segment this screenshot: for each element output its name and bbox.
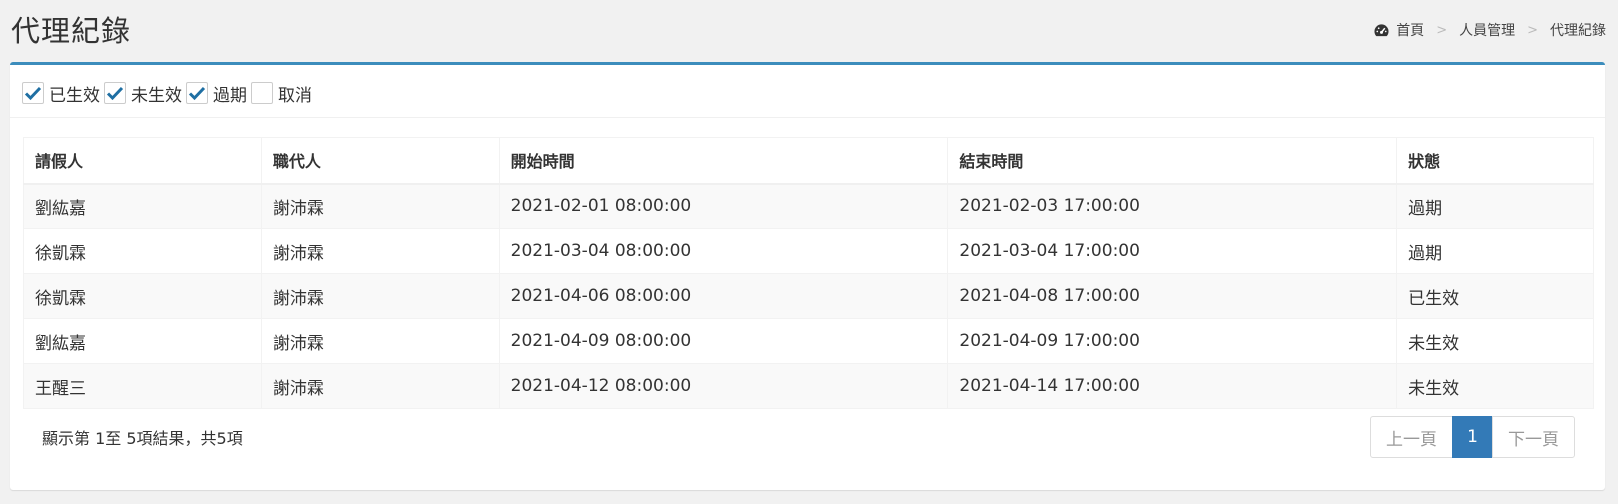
cell-requester: 王醒三 xyxy=(23,363,262,409)
cell-status: 未生效 xyxy=(1396,363,1594,409)
checkbox-pending[interactable] xyxy=(104,82,126,104)
cell-requester: 劉紘嘉 xyxy=(23,318,262,364)
pagination: 上一頁 1 下一頁 xyxy=(1370,416,1575,458)
column-header-start[interactable]: 開始時間 xyxy=(498,137,949,185)
page-1-button[interactable]: 1 xyxy=(1452,416,1493,458)
breadcrumb-home[interactable]: 首頁 xyxy=(1396,20,1424,40)
column-header-status[interactable]: 狀態 xyxy=(1396,137,1594,185)
next-page-button[interactable]: 下一頁 xyxy=(1492,416,1575,458)
column-header-requester[interactable]: 請假人 xyxy=(23,137,262,185)
status-filters: 已生效 未生效 過期 取消 xyxy=(22,79,316,107)
page-title: 代理紀錄 xyxy=(11,14,132,48)
cell-start: 2021-04-06 08:00:00 xyxy=(498,273,949,319)
cell-end: 2021-03-04 17:00:00 xyxy=(947,228,1398,274)
content-header: 代理紀錄 首頁 > 人員管理 > 代理紀錄 xyxy=(0,0,1618,62)
cell-requester: 劉紘嘉 xyxy=(23,183,262,229)
cell-start: 2021-02-01 08:00:00 xyxy=(498,183,949,229)
prev-page-button[interactable]: 上一頁 xyxy=(1370,416,1453,458)
checkmark-icon xyxy=(188,86,206,101)
filter-expired[interactable]: 過期 xyxy=(186,81,247,106)
cell-status: 未生效 xyxy=(1396,318,1594,364)
breadcrumb-separator: > xyxy=(1436,22,1448,38)
column-header-end[interactable]: 結束時間 xyxy=(947,137,1398,185)
filter-label: 已生效 xyxy=(49,85,100,106)
filter-pending[interactable]: 未生效 xyxy=(104,81,182,106)
cell-end: 2021-02-03 17:00:00 xyxy=(947,183,1398,229)
table-row: 徐凱霖 謝沛霖 2021-04-06 08:00:00 2021-04-08 1… xyxy=(23,273,1594,319)
cell-end: 2021-04-08 17:00:00 xyxy=(947,273,1398,319)
cell-start: 2021-03-04 08:00:00 xyxy=(498,228,949,274)
cell-start: 2021-04-09 08:00:00 xyxy=(498,318,949,364)
cell-start: 2021-04-12 08:00:00 xyxy=(498,363,949,409)
cell-status: 過期 xyxy=(1396,183,1594,229)
checkmark-icon xyxy=(106,86,124,101)
table-row: 劉紘嘉 謝沛霖 2021-02-01 08:00:00 2021-02-03 1… xyxy=(23,183,1594,229)
table-row: 劉紘嘉 謝沛霖 2021-04-09 08:00:00 2021-04-09 1… xyxy=(23,318,1594,364)
divider xyxy=(10,117,1605,118)
cell-proxy: 謝沛霖 xyxy=(260,363,500,409)
breadcrumb-current: 代理紀錄 xyxy=(1550,23,1606,39)
cell-proxy: 謝沛霖 xyxy=(260,228,500,274)
checkbox-cancelled[interactable] xyxy=(251,82,273,104)
cell-proxy: 謝沛霖 xyxy=(260,183,500,229)
cell-status: 過期 xyxy=(1396,228,1594,274)
filter-cancelled[interactable]: 取消 xyxy=(251,81,312,106)
cell-end: 2021-04-09 17:00:00 xyxy=(947,318,1398,364)
filter-label: 過期 xyxy=(213,85,247,106)
table-row: 徐凱霖 謝沛霖 2021-03-04 08:00:00 2021-03-04 1… xyxy=(23,228,1594,274)
records-panel: 已生效 未生效 過期 取消 請假人 職代人 開始時間 結束時間 狀態 劉紘嘉 謝… xyxy=(10,62,1605,490)
checkbox-active[interactable] xyxy=(22,82,44,104)
filter-label: 取消 xyxy=(278,85,312,106)
filter-label: 未生效 xyxy=(131,85,182,106)
table-row: 王醒三 謝沛霖 2021-04-12 08:00:00 2021-04-14 1… xyxy=(23,363,1594,409)
checkmark-icon xyxy=(24,86,42,101)
table-info: 顯示第 1至 5項結果，共5項 xyxy=(42,429,243,448)
filter-active[interactable]: 已生效 xyxy=(22,81,100,106)
cell-requester: 徐凱霖 xyxy=(23,273,262,319)
breadcrumb-section[interactable]: 人員管理 xyxy=(1459,20,1515,40)
cell-proxy: 謝沛霖 xyxy=(260,273,500,319)
table-header-row: 請假人 職代人 開始時間 結束時間 狀態 xyxy=(23,137,1594,185)
breadcrumb-separator: > xyxy=(1527,22,1538,38)
proxy-records-table: 請假人 職代人 開始時間 結束時間 狀態 劉紘嘉 謝沛霖 2021-02-01 … xyxy=(23,137,1594,409)
cell-end: 2021-04-14 17:00:00 xyxy=(947,363,1398,409)
cell-status: 已生效 xyxy=(1396,273,1594,319)
cell-proxy: 謝沛霖 xyxy=(260,318,500,364)
dashboard-icon xyxy=(1374,23,1389,36)
column-header-proxy[interactable]: 職代人 xyxy=(260,137,500,185)
cell-requester: 徐凱霖 xyxy=(23,228,262,274)
breadcrumb: 首頁 > 人員管理 > 代理紀錄 xyxy=(1373,20,1606,40)
checkbox-expired[interactable] xyxy=(186,82,208,104)
